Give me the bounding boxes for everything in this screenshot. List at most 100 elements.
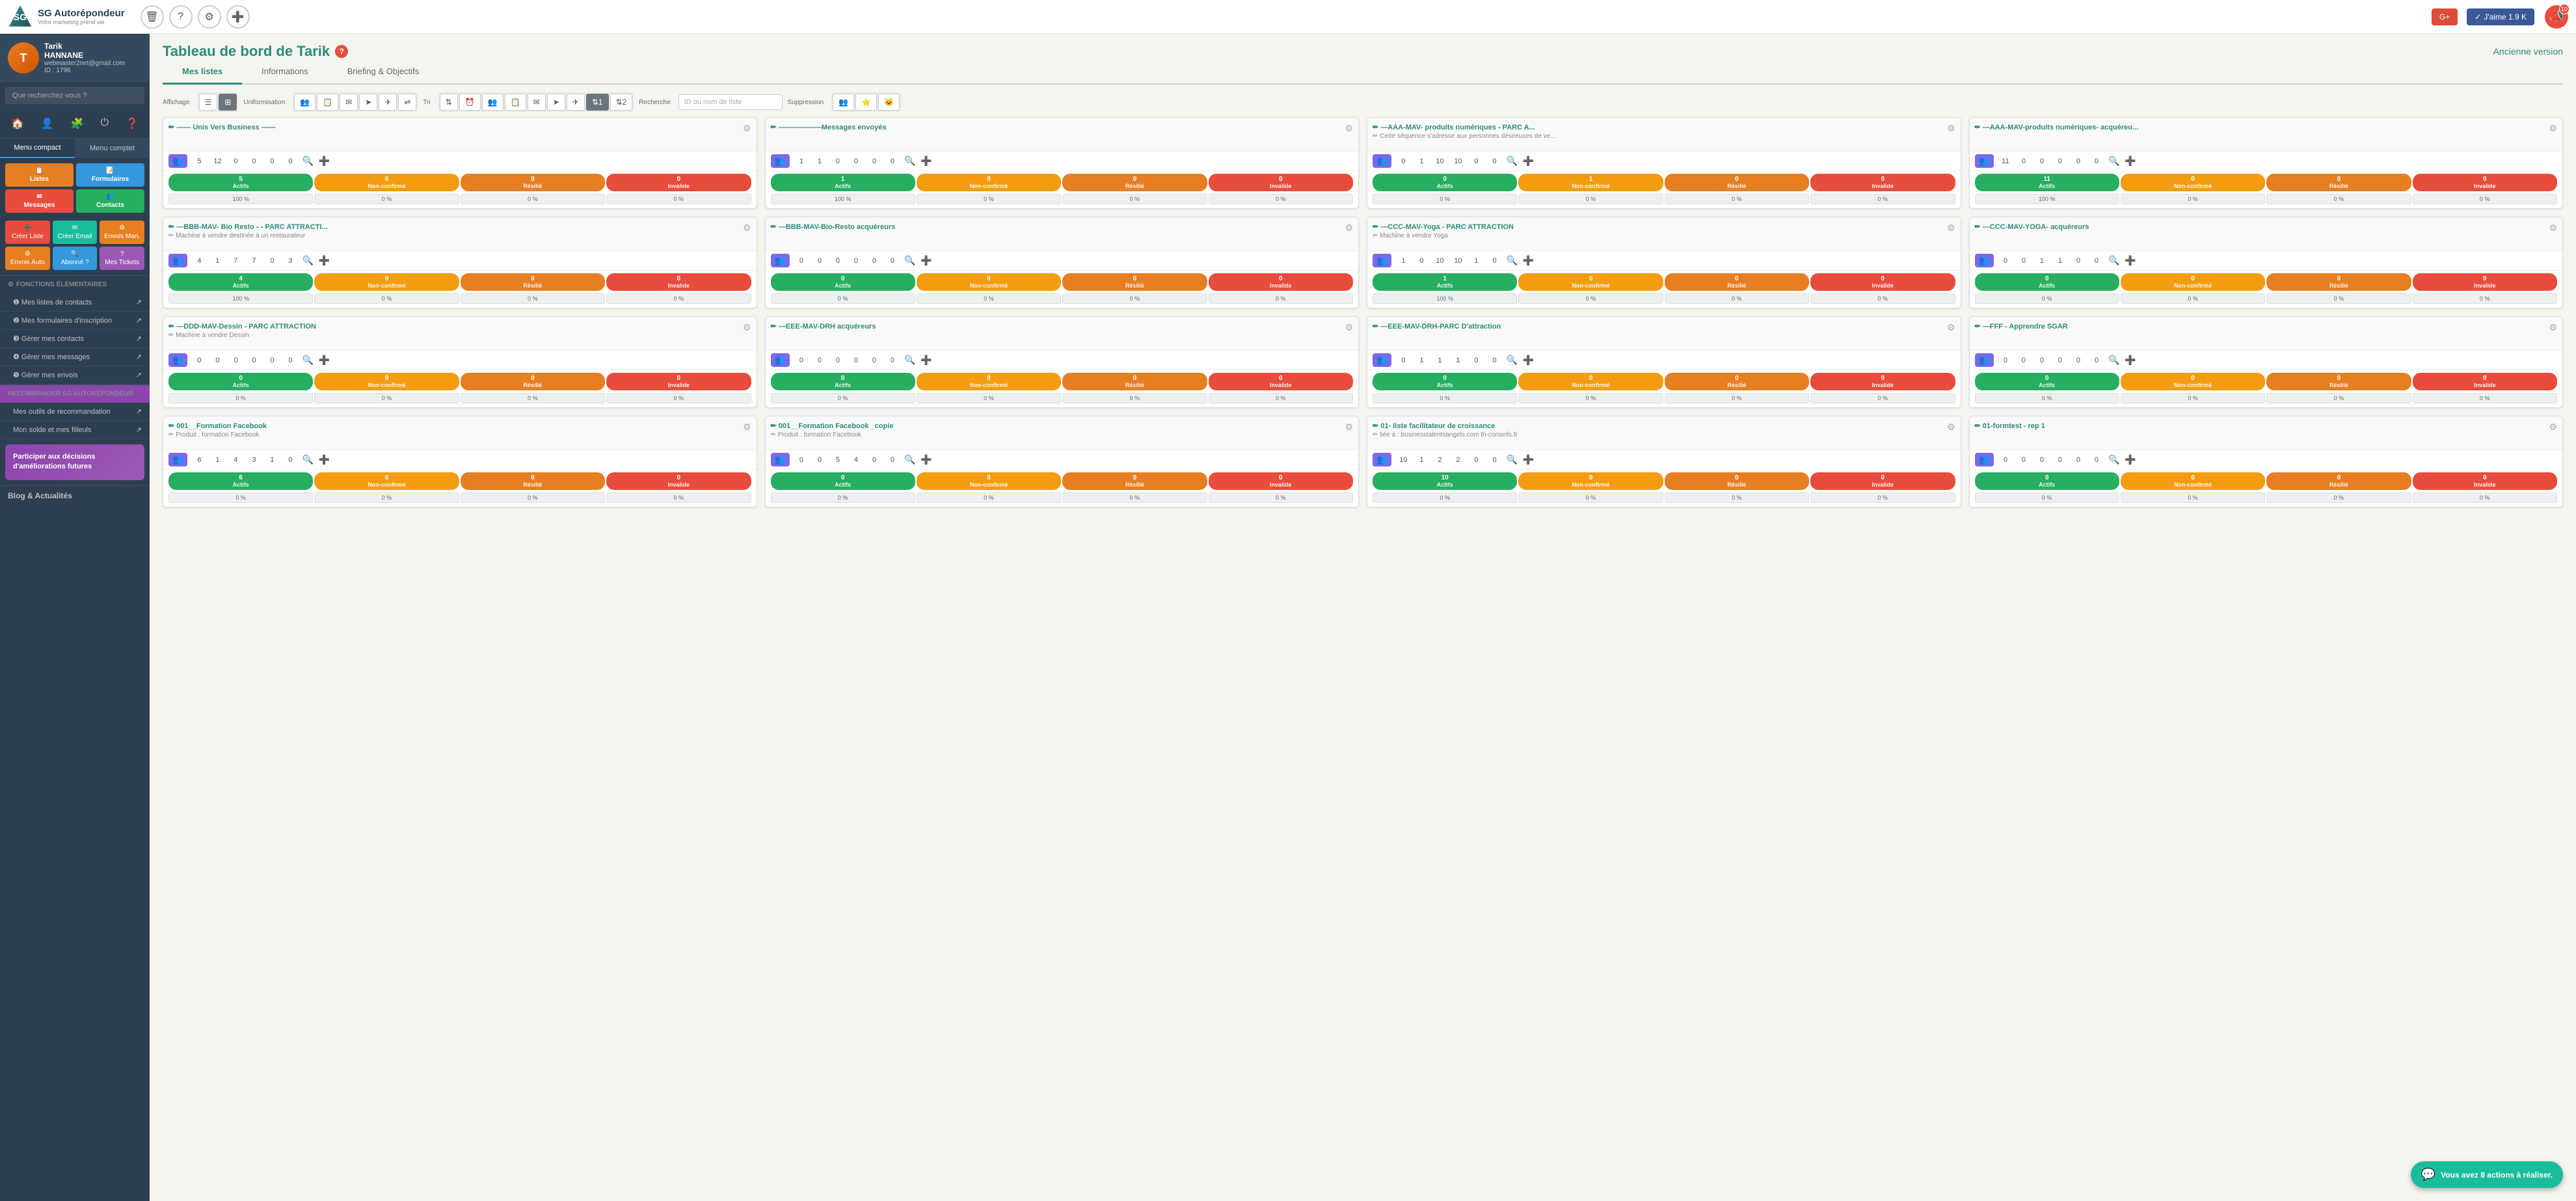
tri-btn-8[interactable]: ⇅1 — [586, 94, 609, 111]
card-title[interactable]: ✏ —EEE-MAV-DRH-PARC D'attraction — [1373, 322, 1501, 331]
tri-btn-9[interactable]: ⇅2 — [610, 94, 633, 111]
card-add-btn[interactable]: ➕ — [920, 255, 932, 266]
tri-btn-4[interactable]: 📋 — [505, 94, 526, 111]
card-search-btn[interactable]: 🔍 — [302, 255, 313, 266]
card-gear-icon[interactable]: ⚙ — [743, 123, 751, 134]
tab-mes-listes[interactable]: Mes listes — [163, 60, 242, 85]
sidebar-link-contacts[interactable]: ❸ Gérer mes contacts↗ — [0, 330, 150, 348]
card-gear-icon[interactable]: ⚙ — [1947, 123, 1955, 134]
card-title[interactable]: ✏ —FFF - Apprendre SGAR — [1975, 322, 2068, 331]
card-title[interactable]: ✏ —CCC-MAV-Yoga - PARC ATTRACTION — [1373, 223, 1514, 231]
list-search-input[interactable] — [678, 94, 783, 110]
tri-btn-2[interactable]: ⏰ — [459, 94, 481, 111]
notification-bell[interactable]: 📣 10 — [2545, 5, 2568, 29]
help-button[interactable]: ? — [169, 5, 193, 29]
card-add-btn[interactable]: ➕ — [920, 155, 932, 167]
unif-btn-6[interactable]: ⇌ — [398, 94, 416, 111]
tri-btn-5[interactable]: ✉ — [528, 94, 546, 111]
card-search-btn[interactable]: 🔍 — [302, 355, 313, 366]
card-search-btn[interactable]: 🔍 — [302, 454, 313, 465]
card-search-btn[interactable]: 🔍 — [1506, 155, 1517, 167]
card-title[interactable]: ✏ —AAA-MAV- produits numériques - PARC A… — [1373, 123, 1556, 131]
card-add-btn[interactable]: ➕ — [920, 355, 932, 366]
card-search-btn[interactable]: 🔍 — [1506, 355, 1517, 366]
power-icon[interactable]: ⏻ — [98, 115, 111, 133]
tab-briefing[interactable]: Briefing & Objectifs — [328, 60, 439, 85]
card-add-btn[interactable]: ➕ — [1523, 255, 1534, 266]
menu-compact-btn[interactable]: Menu compact — [0, 139, 75, 158]
card-title[interactable]: ✏ 01- liste facilitateur de croissance — [1373, 422, 1518, 430]
creer-liste-btn[interactable]: ➕ Créer Liste — [5, 221, 50, 244]
sidebar-link-outils[interactable]: Mes outils de recommandation↗ — [0, 403, 150, 421]
card-gear-icon[interactable]: ⚙ — [1947, 422, 1955, 433]
settings-button[interactable]: ⚙ — [198, 5, 221, 29]
unif-btn-2[interactable]: 📋 — [317, 94, 338, 111]
person-icon[interactable]: 👤 — [38, 115, 57, 133]
unif-btn-5[interactable]: ✈ — [379, 94, 397, 111]
card-title[interactable]: ✏ 001__Formation Facebook — [168, 422, 267, 430]
card-title[interactable]: ✏ —AAA-MAV-produits numériques- acquéreu… — [1975, 123, 2139, 131]
unif-btn-1[interactable]: 👥 — [294, 94, 315, 111]
tri-btn-7[interactable]: ✈ — [567, 94, 585, 111]
card-search-btn[interactable]: 🔍 — [904, 155, 915, 167]
affichage-list-btn[interactable]: ☰ — [199, 94, 218, 111]
question-icon[interactable]: ❓ — [123, 115, 141, 133]
card-gear-icon[interactable]: ⚙ — [2549, 422, 2557, 433]
unif-btn-4[interactable]: ➤ — [359, 94, 377, 111]
card-gear-icon[interactable]: ⚙ — [743, 223, 751, 234]
card-gear-icon[interactable]: ⚙ — [1345, 422, 1353, 433]
home-icon[interactable]: 🏠 — [8, 115, 27, 133]
card-title[interactable]: ✏ —BBB-MAV-Bio-Resto acquéreurs — [771, 223, 896, 231]
card-add-btn[interactable]: ➕ — [1523, 454, 1534, 465]
card-gear-icon[interactable]: ⚙ — [1345, 123, 1353, 134]
help-circle-icon[interactable]: ? — [335, 45, 348, 58]
card-gear-icon[interactable]: ⚙ — [2549, 223, 2557, 234]
card-gear-icon[interactable]: ⚙ — [1345, 223, 1353, 234]
tri-btn-3[interactable]: 👥 — [482, 94, 503, 111]
participer-section[interactable]: Participer aux décisions d'améliorations… — [5, 444, 144, 480]
like-button[interactable]: ✓ J'aime 1.9 K — [2467, 8, 2534, 25]
card-search-btn[interactable]: 🔍 — [1506, 454, 1517, 465]
card-add-btn[interactable]: ➕ — [2125, 454, 2136, 465]
card-title[interactable]: ✏ —— Unis Vers Business —— — [168, 123, 276, 131]
card-add-btn[interactable]: ➕ — [319, 255, 330, 266]
tri-btn-6[interactable]: ➤ — [547, 94, 565, 111]
card-search-btn[interactable]: 🔍 — [2108, 454, 2119, 465]
card-title[interactable]: ✏ —CCC-MAV-YOGA- acquéreurs — [1975, 223, 2089, 231]
card-search-btn[interactable]: 🔍 — [1506, 255, 1517, 266]
formulaires-btn[interactable]: 📝 Formulaires — [76, 163, 144, 187]
card-title[interactable]: ✏ 01-formtest - rep 1 — [1975, 422, 2045, 430]
card-search-btn[interactable]: 🔍 — [904, 355, 915, 366]
card-search-btn[interactable]: 🔍 — [2108, 155, 2119, 167]
gplus-button[interactable]: G+ — [2432, 8, 2458, 25]
sidebar-link-envois[interactable]: ❺ Gérer mes envois↗ — [0, 366, 150, 385]
messages-btn[interactable]: ✉ Messages — [5, 189, 74, 213]
puzzle-icon[interactable]: 🧩 — [68, 115, 87, 133]
contacts-btn[interactable]: 👥 Contacts — [76, 189, 144, 213]
card-gear-icon[interactable]: ⚙ — [1947, 322, 1955, 333]
sidebar-link-formulaires[interactable]: ❷ Mes formulaires d'inscription↗ — [0, 312, 150, 330]
supp-btn-2[interactable]: ⭐ — [855, 94, 877, 111]
card-add-btn[interactable]: ➕ — [2125, 255, 2136, 266]
card-add-btn[interactable]: ➕ — [1523, 155, 1534, 167]
menu-complet-btn[interactable]: Menu complet — [75, 139, 150, 158]
unif-btn-3[interactable]: ✉ — [340, 94, 358, 111]
card-search-btn[interactable]: 🔍 — [904, 255, 915, 266]
card-gear-icon[interactable]: ⚙ — [1947, 223, 1955, 234]
old-version-link[interactable]: Ancienne version — [2493, 46, 2563, 57]
affichage-grid-btn[interactable]: ⊞ — [219, 94, 237, 111]
envois-man-btn[interactable]: ⚙ Envois Man. — [100, 221, 144, 244]
card-add-btn[interactable]: ➕ — [2125, 355, 2136, 366]
card-title[interactable]: ✏ —DDD-MAV-Dessin - PARC ATTRACTION — [168, 322, 316, 331]
creer-email-btn[interactable]: ✉ Créer Email — [53, 221, 98, 244]
supp-btn-1[interactable]: 👥 — [833, 94, 854, 111]
card-gear-icon[interactable]: ⚙ — [2549, 123, 2557, 134]
card-search-btn[interactable]: 🔍 — [302, 155, 313, 167]
envois-auto-btn[interactable]: ⚙ Envois Auto — [5, 247, 50, 270]
supp-btn-3[interactable]: 🐱 — [878, 94, 900, 111]
card-add-btn[interactable]: ➕ — [920, 454, 932, 465]
tab-informations[interactable]: Informations — [242, 60, 328, 85]
card-gear-icon[interactable]: ⚙ — [1345, 322, 1353, 333]
card-add-btn[interactable]: ➕ — [2125, 155, 2136, 167]
sidebar-link-solde[interactable]: Mon solde et mes filleuls↗ — [0, 421, 150, 439]
